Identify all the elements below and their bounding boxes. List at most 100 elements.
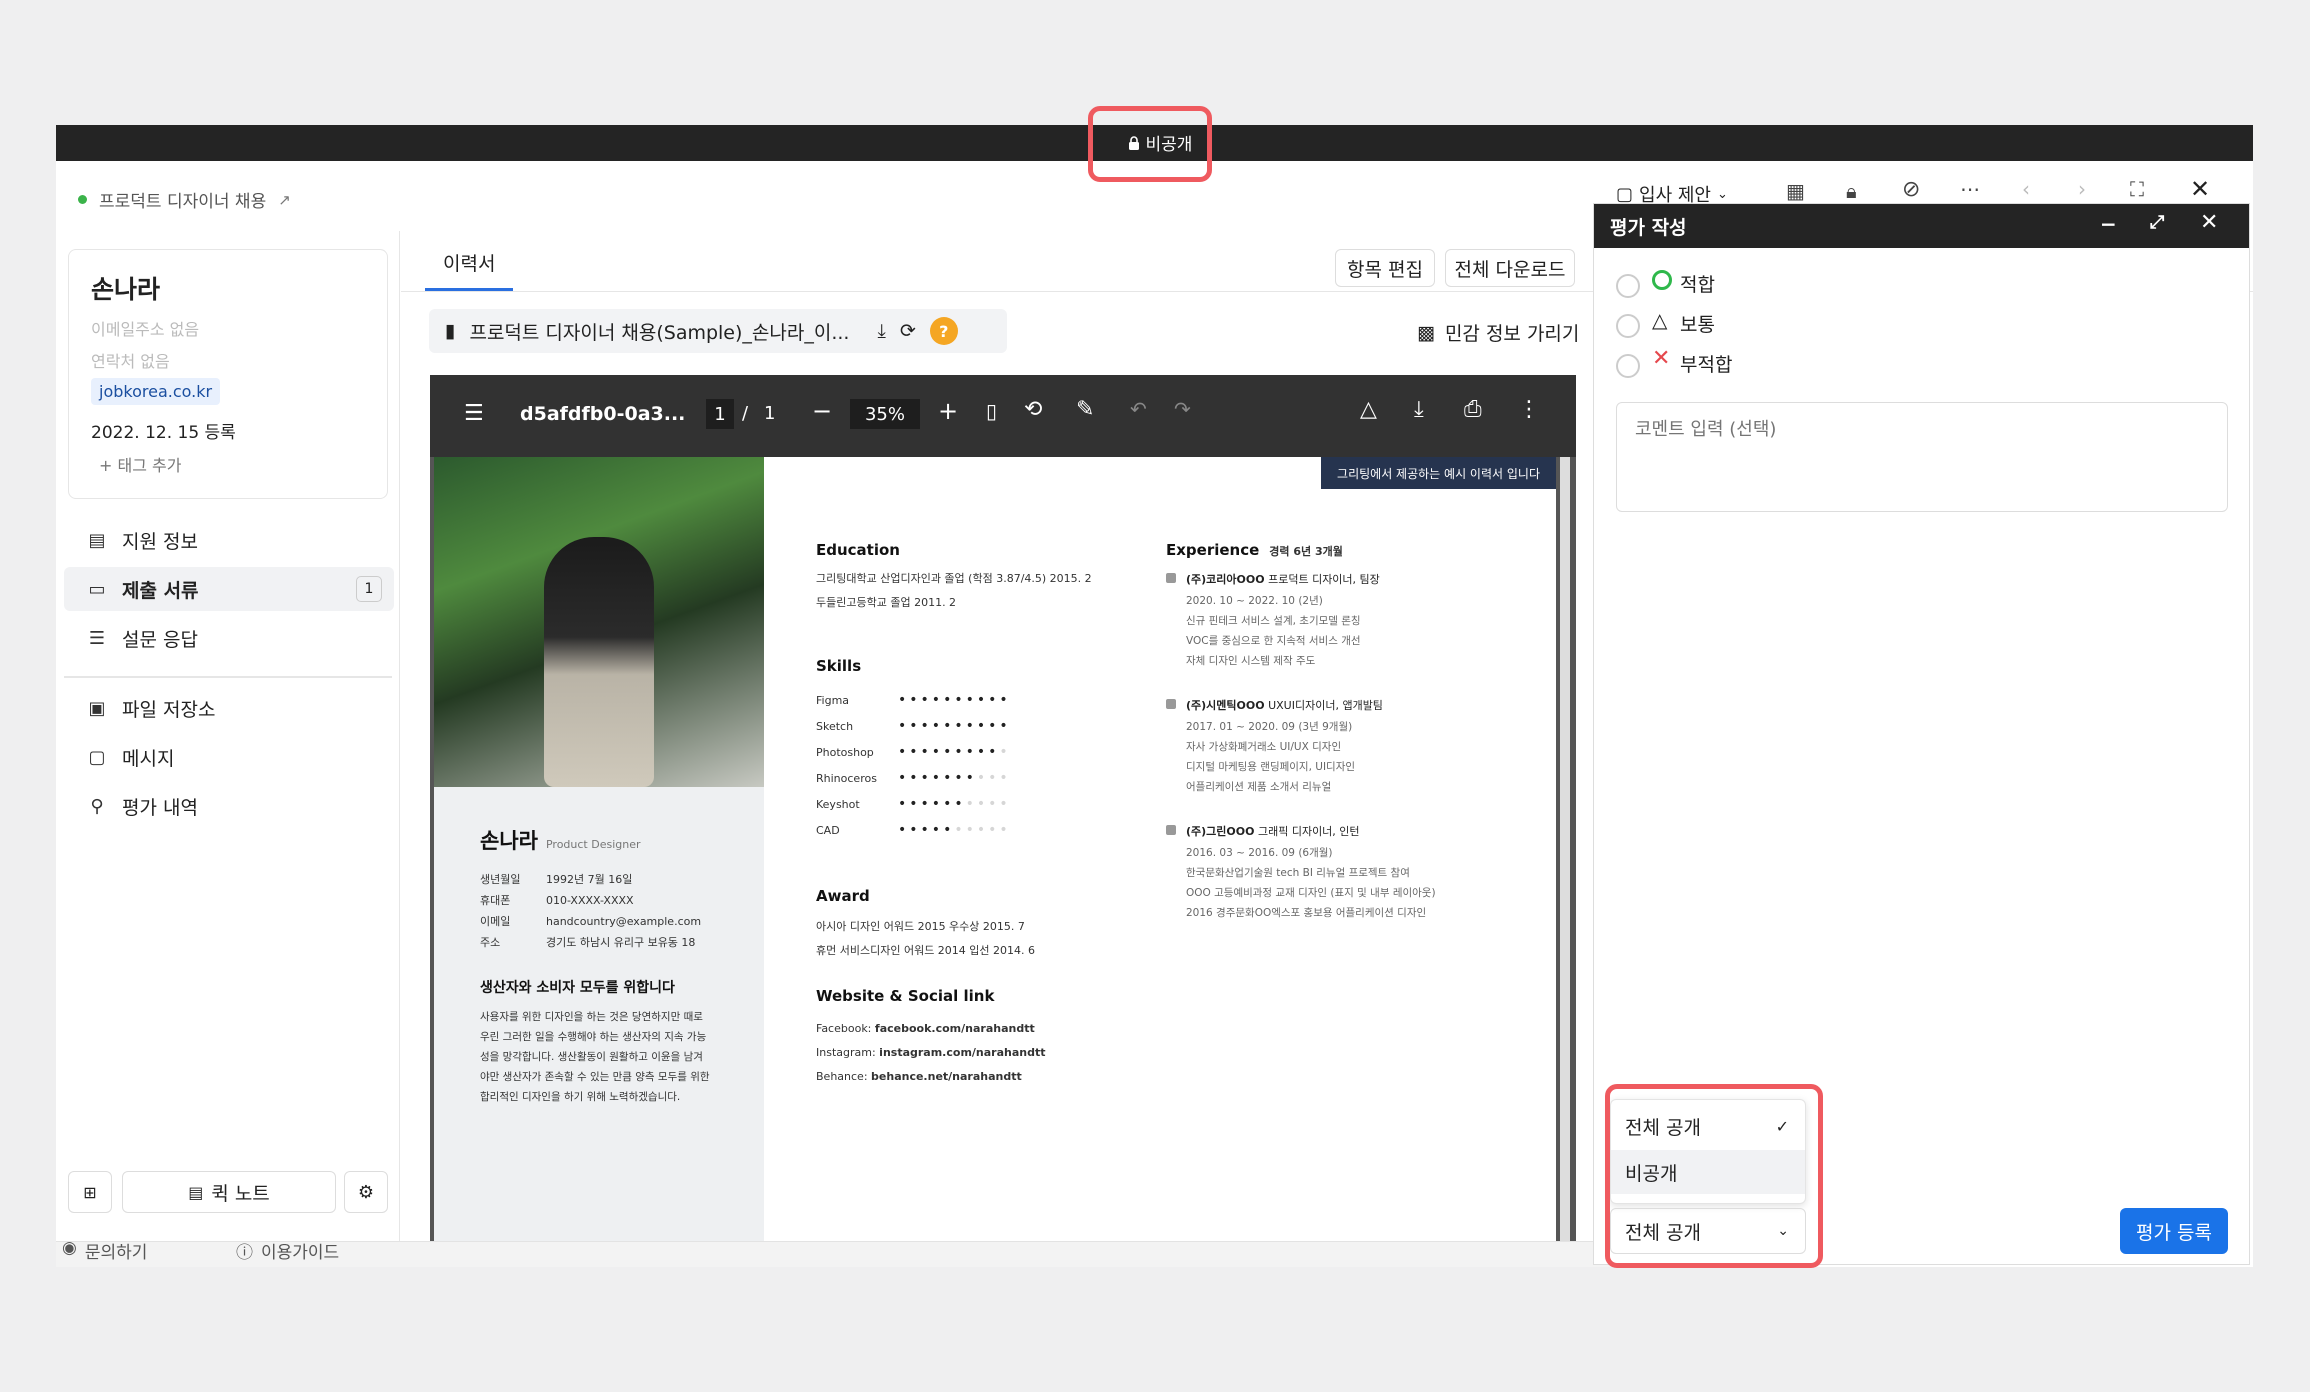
sidebar-item-messages[interactable]: ▢ 메시지 <box>76 735 382 779</box>
skill-name: Rhinoceros <box>816 771 877 785</box>
settings-button[interactable]: ⚙ <box>344 1171 388 1213</box>
sidebar-item-label: 설문 응답 <box>122 628 198 651</box>
help-icon: ⓘ <box>236 1243 253 1263</box>
skill-row: Rhinoceros •••••••••• <box>816 765 1076 791</box>
education-list: 그리팅대학교 산업디자인과 졸업 (학점 3.87/4.5) 2015. 2 두… <box>816 567 1092 615</box>
message-icon: ▢ <box>88 746 106 768</box>
skill-name: Sketch <box>816 719 854 733</box>
sidebar-item-apply-info[interactable]: ▤ 지원 정보 <box>76 518 382 562</box>
rotate-icon[interactable]: ⟲ <box>1024 397 1042 422</box>
pdf-download-icon[interactable]: ⤓ <box>1414 397 1424 422</box>
close-icon[interactable]: ✕ <box>2190 175 2210 203</box>
next-icon[interactable]: › <box>2078 177 2086 201</box>
file-name[interactable]: 프로덕트 디자이너 채용(Sample)_손나라_이... <box>469 318 849 345</box>
sidebar-item-label: 제출 서류 <box>122 579 199 602</box>
sign-icon[interactable]: ✎ <box>1076 397 1094 422</box>
exp-line: 한국문화산업기술원 tech BI 리뉴얼 프로젝트 참여 <box>1186 867 1410 879</box>
footer-bar: ◉ 문의하기 ⓘ 이용가이드 <box>56 1238 1649 1267</box>
sidebar-item-label: 지원 정보 <box>122 530 198 553</box>
sidebar-item-survey[interactable]: ☰ 설문 응답 <box>76 616 382 660</box>
motto-line: 사용자를 위한 디자인을 하는 것은 당연하지만 때로 <box>480 1011 703 1023</box>
panel-close-icon[interactable]: ✕ <box>2200 210 2218 235</box>
hide-sensitive-button[interactable]: ▩ 민감 정보 가리기 <box>1417 319 1579 346</box>
quick-note-label: 퀵 노트 <box>211 1182 270 1205</box>
expand-icon[interactable]: ⛶ <box>2130 177 2144 201</box>
registered-date: 2022. 12. 15 등록 <box>91 423 236 443</box>
redo-icon[interactable]: ↷ <box>1174 397 1191 421</box>
profile-photo <box>434 457 764 787</box>
fullscreen-icon[interactable]: ⤢ <box>2150 212 2164 233</box>
fit-page-icon[interactable]: ▯ <box>986 399 997 423</box>
contact-link[interactable]: ◉ 문의하기 <box>62 1238 147 1263</box>
info-key: 생년월일 <box>480 873 521 886</box>
block-icon[interactable]: ⊘ <box>1902 177 1920 202</box>
page-separator: / <box>742 403 749 424</box>
sidebar-item-file-storage[interactable]: ▣ 파일 저장소 <box>76 686 382 730</box>
info-value: 1992년 7월 16일 <box>546 873 633 886</box>
comment-input[interactable] <box>1616 402 2228 512</box>
option-suitable[interactable]: 적합 <box>1680 270 1715 297</box>
education-item: 그리팅대학교 산업디자인과 졸업 (학점 3.87/4.5) 2015. 2 <box>816 572 1092 585</box>
download-icon[interactable]: ⤓ <box>877 320 885 342</box>
excel-button[interactable]: ⊞ <box>68 1171 112 1213</box>
resume-name: 손나라 <box>480 829 538 853</box>
download-all-button[interactable]: 전체 다운로드 <box>1445 249 1575 287</box>
guide-link[interactable]: ⓘ 이용가이드 <box>236 1238 339 1263</box>
pdf-more-icon[interactable]: ⋮ <box>1518 397 1540 422</box>
tab-resume[interactable]: 이력서 <box>425 249 514 291</box>
storage-icon: ▣ <box>88 697 106 719</box>
zoom-out-icon[interactable]: − <box>812 397 832 425</box>
undo-icon[interactable]: ↶ <box>1130 397 1147 421</box>
minimize-icon[interactable]: − <box>2100 212 2117 236</box>
more-icon[interactable]: ⋯ <box>1960 177 1980 201</box>
radio-normal[interactable] <box>1616 314 1640 338</box>
exp-line: VOC를 중심으로 한 지속적 서비스 개선 <box>1186 635 1361 647</box>
links-title: Website & Social link <box>816 987 995 1005</box>
option-unsuitable[interactable]: 부적합 <box>1680 350 1732 377</box>
skill-level-dots: •••••••••• <box>898 822 1011 838</box>
user-check-icon: ⚲ <box>90 795 104 817</box>
circle-icon <box>1652 270 1672 290</box>
quick-note-button[interactable]: ▤ 퀵 노트 <box>122 1171 336 1213</box>
exp-line: 어플리케이션 제품 소개서 리뉴얼 <box>1186 781 1332 793</box>
drive-icon[interactable]: △ <box>1360 397 1377 422</box>
resume-info: 생년월일 1992년 7월 16일 휴대폰 010-XXXX-XXXX 이메일 han… <box>480 869 750 953</box>
sidebar-item-evaluations[interactable]: ⚲ 평가 내역 <box>76 784 382 828</box>
page-input[interactable]: 1 <box>706 399 734 429</box>
radio-unsuitable[interactable] <box>1616 354 1640 378</box>
motto-line: 우린 그러한 일을 수행해야 하는 생산자의 지속 가능 <box>480 1031 707 1043</box>
prev-icon[interactable]: ‹ <box>2022 177 2030 201</box>
document-icon: ▢ <box>1616 183 1634 205</box>
shield-icon[interactable]: ? <box>929 317 958 345</box>
job-link[interactable]: 프로덕트 디자이너 채용 ↗ <box>78 187 291 212</box>
edit-items-button[interactable]: 항목 편집 <box>1335 249 1435 287</box>
sidebar-item-documents[interactable]: ▭ 제출 서류 1 <box>64 567 394 611</box>
menu-icon[interactable]: ☰ <box>464 401 484 426</box>
sidebar-item-label: 평가 내역 <box>122 796 198 819</box>
submit-evaluation-button[interactable]: 평가 등록 <box>2120 1208 2228 1254</box>
zoom-level[interactable]: 35% <box>850 399 920 429</box>
radio-suitable[interactable] <box>1616 274 1640 298</box>
pdf-scrollbar[interactable] <box>1560 457 1570 1241</box>
lock-header-icon[interactable]: 🔒︎ <box>1846 179 1857 203</box>
info-key: 휴대폰 <box>480 894 511 907</box>
zoom-in-icon[interactable]: + <box>938 397 958 425</box>
experience-list: (주)코리아OOO 프로덕트 디자이너, 팀장 2020. 10 ~ 2022. … <box>1166 571 1546 949</box>
experience-item: (주)시멘틱OOO UXUI디자이너, 앱개발팀 2017. 01 ~ 2020.… <box>1166 697 1546 797</box>
experience-item: (주)그린OOO 그래픽 디자이너, 인턴 2016. 03 ~ 2016. 09… <box>1166 823 1546 923</box>
skill-level-dots: •••••••••• <box>898 770 1011 786</box>
exp-period: 2017. 01 ~ 2020. 09 (3년 9개월) <box>1186 721 1353 733</box>
refresh-icon[interactable]: ⟳ <box>900 320 916 342</box>
print-icon[interactable]: ⎙ <box>1464 397 1482 422</box>
skill-row: Sketch •••••••••• <box>816 713 1076 739</box>
candidate-phone: 연락처 없음 <box>91 352 170 371</box>
exp-company: (주)그린OOO <box>1186 825 1255 838</box>
skill-level-dots: •••••••••• <box>898 796 1011 812</box>
info-key: 주소 <box>480 936 501 949</box>
option-normal[interactable]: 보통 <box>1680 310 1715 337</box>
calendar-icon[interactable]: ▦ <box>1786 179 1805 203</box>
sidebar-item-label: 메시지 <box>122 747 175 770</box>
exp-company: (주)시멘틱OOO <box>1186 699 1265 712</box>
exp-line: 자체 디자인 시스템 제작 주도 <box>1186 655 1316 667</box>
add-tag-button[interactable]: + 태그 추가 <box>99 452 181 476</box>
